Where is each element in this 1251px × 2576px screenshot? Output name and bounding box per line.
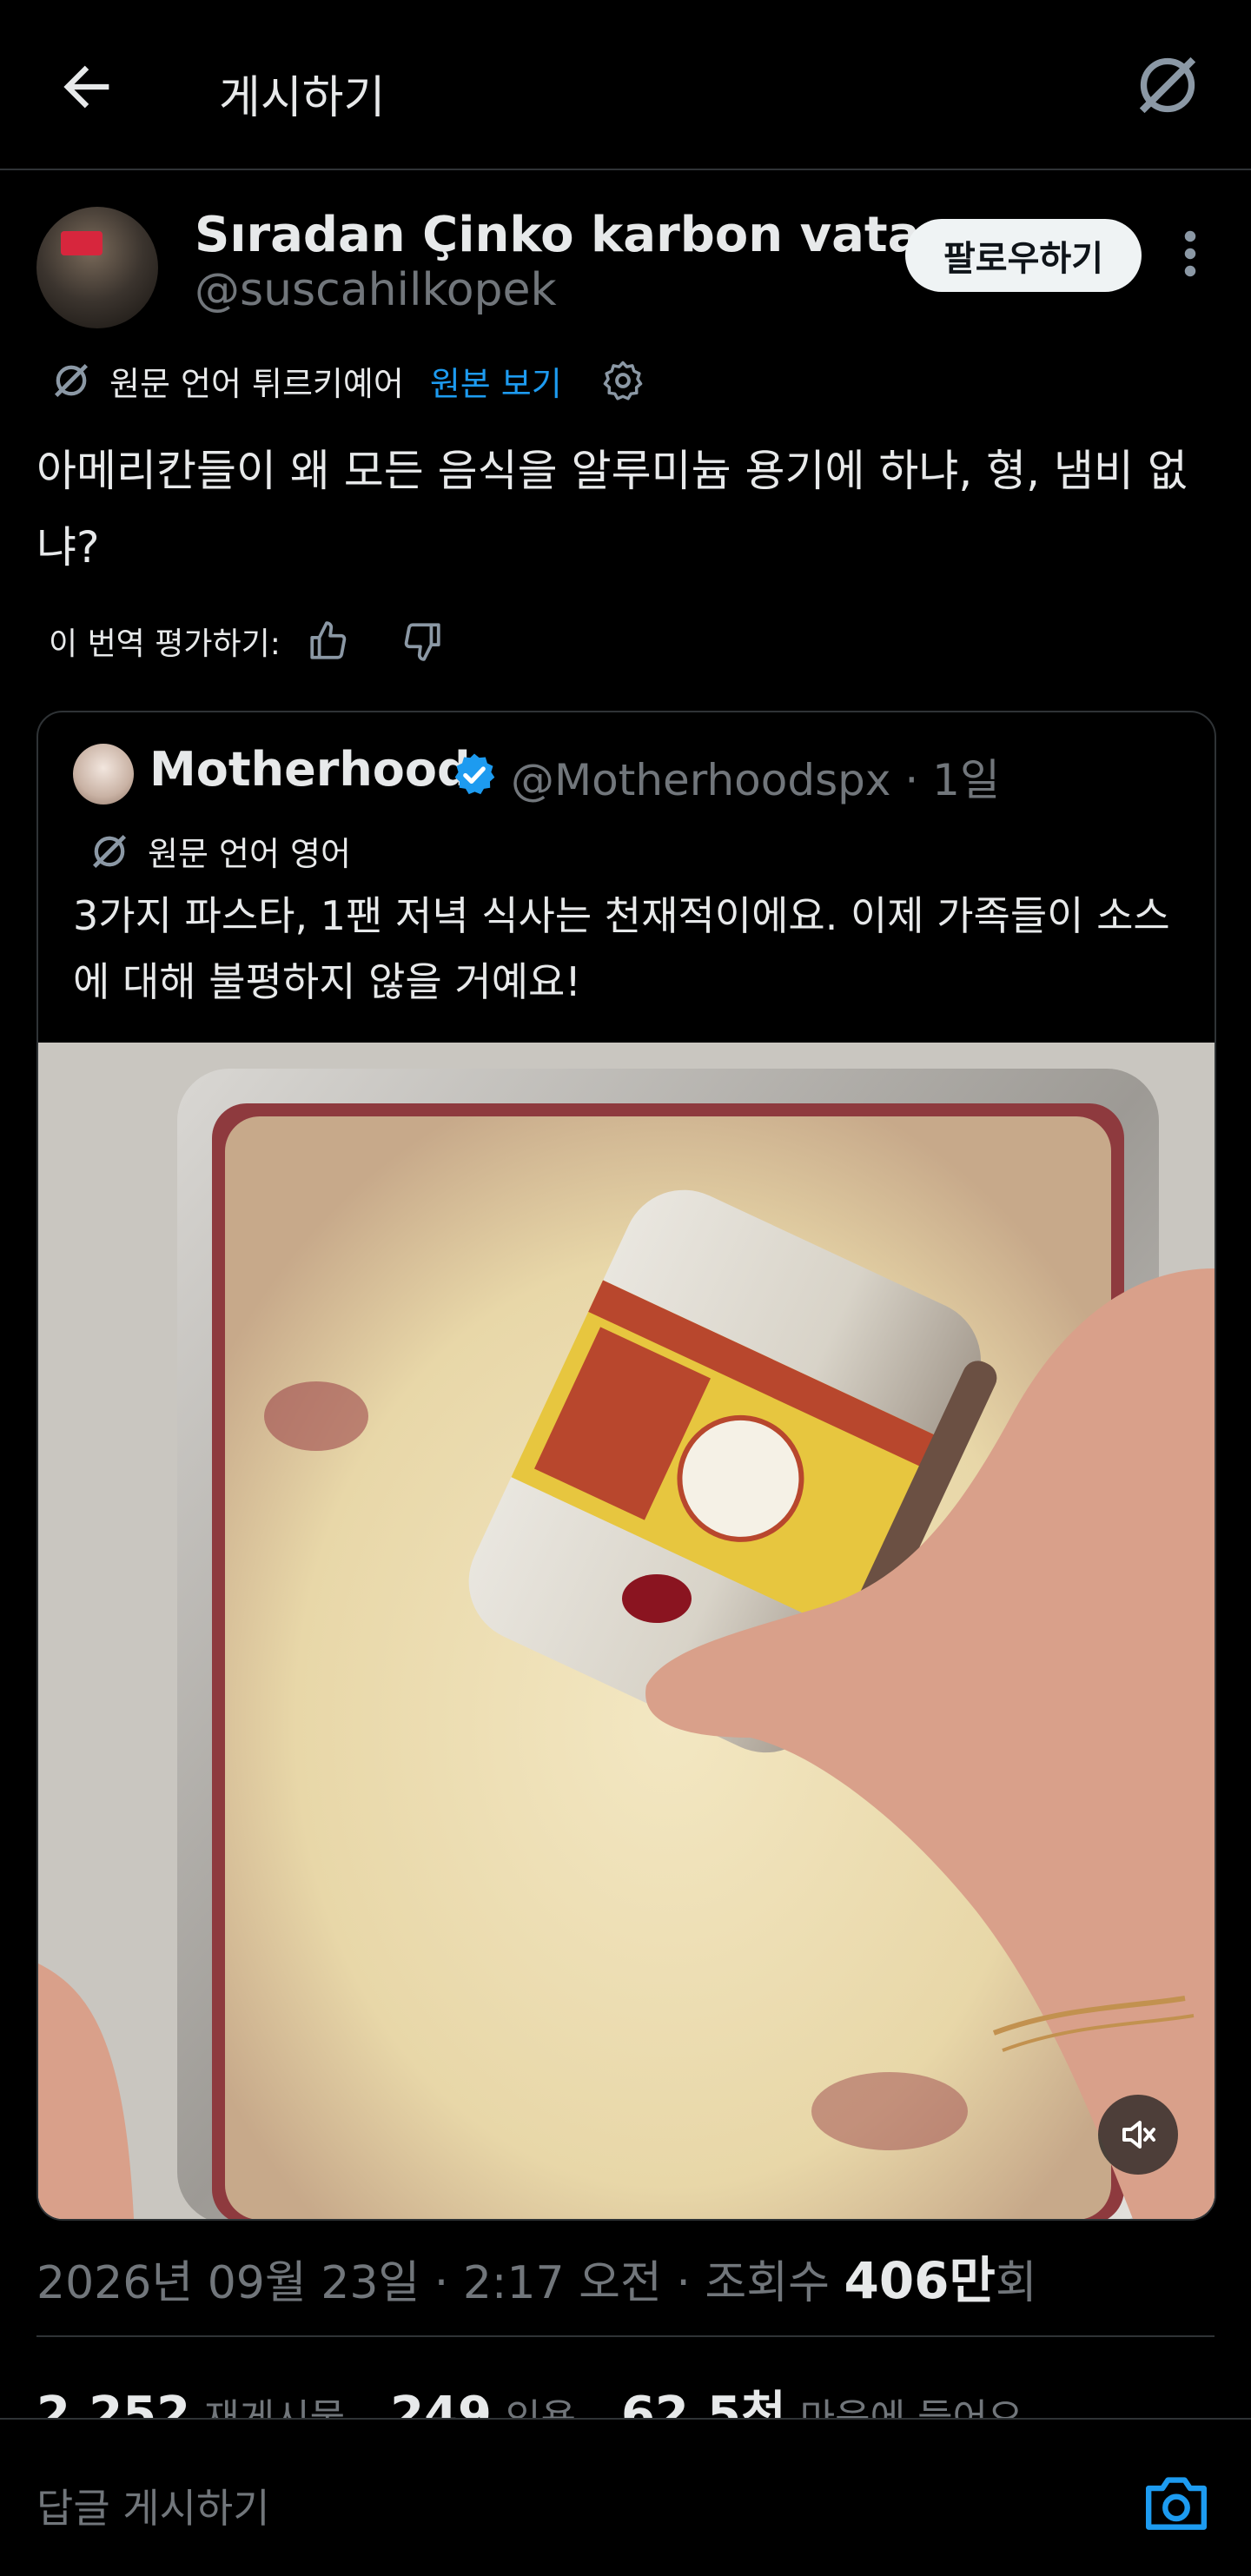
reply-bar: 답글 게시하기 — [0, 2418, 1251, 2576]
view-original-link[interactable]: 원본 보기 — [430, 357, 562, 405]
more-options-icon[interactable] — [1175, 228, 1206, 280]
camera-icon[interactable] — [1142, 2472, 1211, 2533]
page-title: 게시하기 — [219, 72, 386, 124]
back-arrow-icon[interactable] — [54, 54, 120, 120]
translation-label: 원문 언어 튀르키예어 — [109, 364, 404, 403]
quote-author-name: Motherhood — [149, 742, 471, 797]
post-text: 아메리칸들이 왜 모든 음식을 알루미늄 용기에 하냐, 형, 냄비 없냐? — [36, 446, 1188, 573]
top-bar: 게시하기 — [0, 0, 1251, 170]
thumbs-up-icon[interactable] — [307, 619, 350, 663]
author-avatar[interactable] — [36, 207, 158, 328]
gear-icon[interactable] — [600, 358, 645, 403]
view-count-suffix: 회 — [995, 2257, 1037, 2309]
grok-translate-icon — [92, 834, 127, 868]
quoted-post[interactable]: Motherhood @Motherhoodspx · 1일 원문 언어 영어 … — [36, 711, 1216, 2221]
follow-button[interactable]: 팔로우하기 — [905, 219, 1142, 292]
rate-translation-label: 이 번역 평가하기: — [49, 626, 281, 662]
post-meta: 2026년 09월 23일 · 2:17 오전 · 조회수 406만회 — [36, 2240, 1037, 2313]
quote-author-handle: @Motherhoodspx · 1일 — [511, 755, 1000, 805]
translation-row: 원문 언어 튀르키예어 원본 보기 — [49, 353, 645, 408]
video-frame — [38, 1043, 1215, 2219]
grok-translate-icon — [54, 363, 89, 398]
author-handle[interactable]: @suscahilkopek — [195, 264, 557, 316]
quote-author-avatar — [73, 744, 134, 805]
post-timestamp: 2026년 09월 23일 · 2:17 오전 · 조회수 — [36, 2257, 844, 2309]
divider — [36, 2335, 1215, 2337]
quote-text: 3가지 파스타, 1팬 저녁 식사는 천재적이에요. 이제 가족들이 소스에 대… — [73, 892, 1170, 1005]
thumbs-down-icon[interactable] — [400, 619, 444, 663]
verified-badge-icon — [454, 753, 495, 795]
video-player[interactable] — [38, 1043, 1215, 2219]
volume-muted-icon — [1122, 2121, 1155, 2149]
reply-input[interactable]: 답글 게시하기 — [36, 2477, 270, 2534]
author-name[interactable]: Sıradan Çinko karbon vata… — [195, 207, 969, 263]
mute-button[interactable] — [1098, 2095, 1178, 2175]
quote-translation-row: 원문 언어 영어 — [87, 827, 351, 875]
grok-icon[interactable] — [1129, 47, 1206, 123]
rate-translation-row: 이 번역 평가하기: — [49, 615, 444, 667]
quote-translation-label: 원문 언어 영어 — [148, 835, 351, 873]
view-count: 406만 — [844, 2251, 996, 2310]
